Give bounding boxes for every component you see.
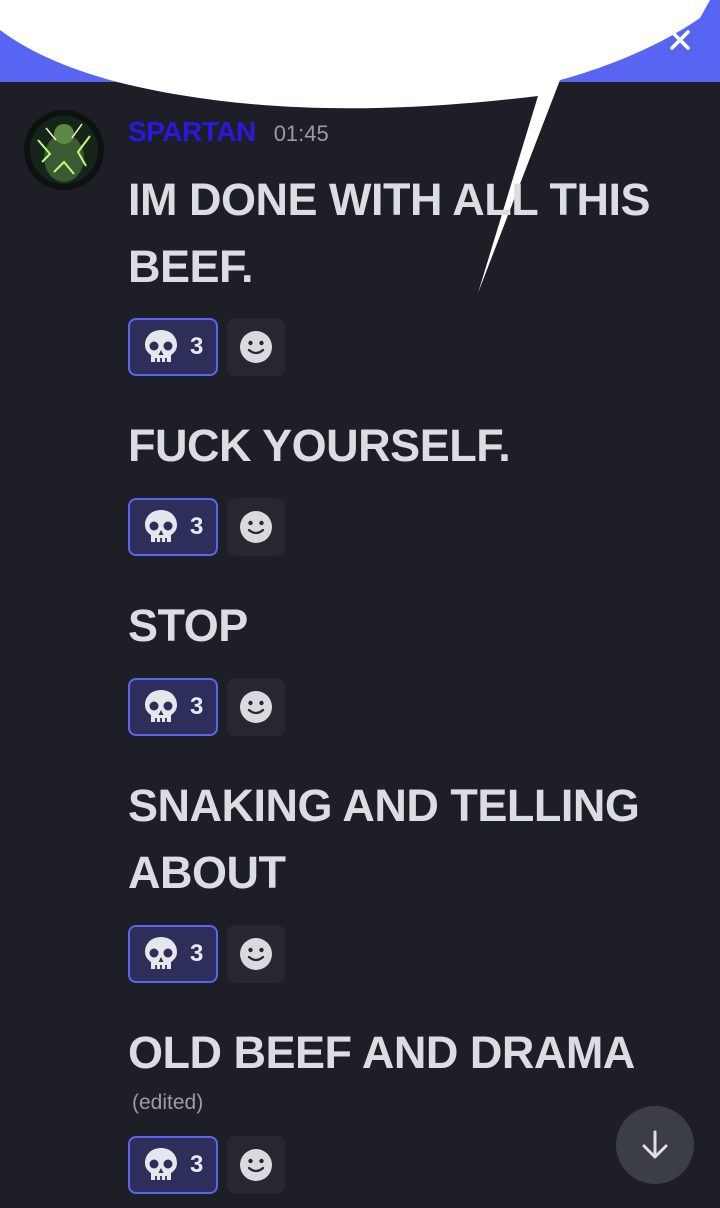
message-text[interactable]: STOP [128, 592, 698, 659]
smiley-icon [240, 331, 272, 363]
reaction-bar: 3 [128, 678, 285, 736]
reaction-count: 3 [190, 333, 204, 360]
message-text[interactable]: FUCK YOURSELF. [128, 412, 698, 479]
timestamp: 01:45 [273, 121, 329, 146]
add-reaction-button[interactable] [227, 925, 285, 983]
skull-icon [145, 937, 177, 969]
smiley-icon [240, 1149, 272, 1181]
skull-icon [145, 1148, 177, 1180]
reaction-count: 3 [190, 693, 204, 720]
reaction-skull[interactable]: 3 [128, 318, 218, 376]
skull-icon [145, 690, 177, 722]
skull-icon [145, 330, 177, 362]
avatar[interactable] [24, 110, 104, 190]
username[interactable]: SPARTAN [128, 116, 256, 148]
reaction-skull[interactable]: 3 [128, 925, 218, 983]
message-text[interactable]: SNAKING AND TELLING ABOUT [128, 772, 698, 906]
chat-screen: 25 n SPARTAN 01:45 IM DONE WITH ALL THIS… [0, 0, 720, 1208]
reaction-skull[interactable]: 3 [128, 498, 218, 556]
reaction-bar: 3 [128, 318, 285, 376]
edited-label: (edited) [132, 1091, 204, 1114]
add-reaction-button[interactable] [227, 678, 285, 736]
reaction-bar: 3 [128, 925, 285, 983]
message-text[interactable]: OLD BEEF AND DRAMA [128, 1019, 698, 1086]
smiley-icon [240, 691, 272, 723]
avatar-image [24, 110, 104, 190]
reaction-skull[interactable]: 3 [128, 1136, 218, 1194]
reaction-count: 3 [190, 513, 204, 540]
banner-text: 25 n [32, 30, 75, 55]
reaction-count: 3 [190, 940, 204, 967]
add-reaction-button[interactable] [227, 318, 285, 376]
smiley-icon [240, 938, 272, 970]
new-messages-banner[interactable]: 25 n [0, 0, 720, 82]
reaction-skull[interactable]: 3 [128, 678, 218, 736]
message-text[interactable]: IM DONE WITH ALL THIS BEEF. [128, 166, 698, 300]
smiley-icon [240, 511, 272, 543]
reaction-count: 3 [190, 1151, 204, 1178]
message-header: SPARTAN 01:45 [128, 116, 329, 148]
add-reaction-button[interactable] [227, 498, 285, 556]
add-reaction-button[interactable] [227, 1136, 285, 1194]
jump-to-present-button[interactable] [616, 1106, 694, 1184]
reaction-bar: 3 [128, 1136, 285, 1194]
close-icon[interactable] [666, 26, 694, 54]
reaction-bar: 3 [128, 498, 285, 556]
skull-icon [145, 510, 177, 542]
arrow-down-icon [642, 1130, 668, 1159]
